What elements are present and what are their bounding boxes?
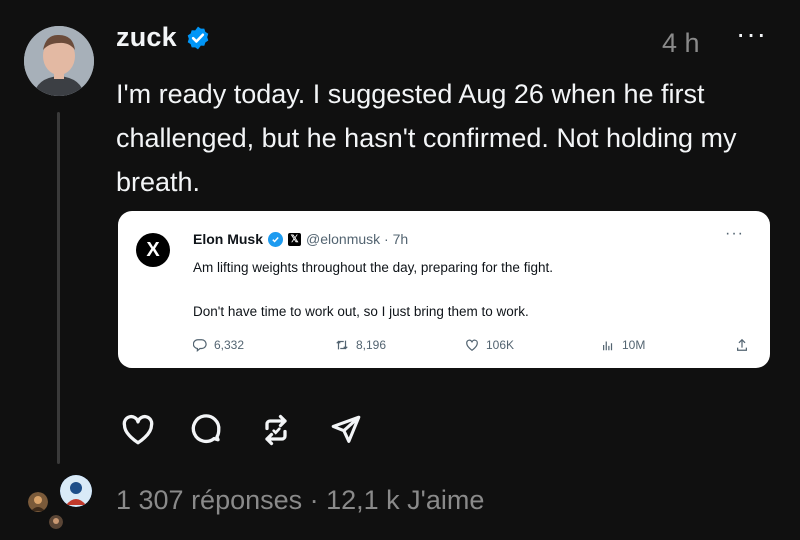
- quoted-retweet-button[interactable]: 8,196: [335, 338, 386, 352]
- post-stats[interactable]: 1 307 réponses · 12,1 k J'aime: [116, 485, 484, 516]
- quoted-reply-button[interactable]: 6,332: [193, 338, 244, 352]
- post-timestamp: 4 h: [662, 28, 700, 58]
- avatar-portrait: [24, 26, 94, 96]
- quoted-verified-icon: [268, 231, 284, 247]
- post-text: I'm ready today. I suggested Aug 26 when…: [116, 79, 737, 197]
- author-username-row[interactable]: zuck: [116, 22, 211, 53]
- quoted-views-button[interactable]: 10M: [601, 338, 645, 352]
- reply-avatar[interactable]: [49, 515, 63, 529]
- quoted-tweet-actions: 6,332 8,196 106K 10M: [193, 338, 753, 358]
- quoted-retweet-count: 8,196: [356, 338, 387, 352]
- quoted-tweet-line-1: Am lifting weights throughout the day, p…: [193, 260, 553, 275]
- heart-outline-icon: [466, 339, 478, 351]
- quoted-views-count: 10M: [622, 338, 646, 352]
- x-affiliation-icon: 𝕏: [288, 232, 302, 246]
- quoted-author-name[interactable]: Elon Musk: [193, 231, 263, 247]
- repost-button[interactable]: [256, 410, 296, 450]
- views-icon: [603, 341, 613, 351]
- quoted-tweet-card[interactable]: X Elon Musk 𝕏 @elonmusk · 7h ··· Am lift…: [118, 211, 770, 368]
- reply-avatar[interactable]: [28, 492, 48, 512]
- reply-avatar-image: [49, 515, 63, 529]
- more-options-button[interactable]: ···: [736, 18, 767, 50]
- reply-button[interactable]: [186, 410, 226, 450]
- share-icon: [737, 338, 747, 351]
- quoted-more-button[interactable]: ···: [725, 225, 744, 243]
- author-username[interactable]: zuck: [116, 22, 177, 53]
- send-icon: [331, 415, 361, 443]
- share-button[interactable]: [326, 410, 366, 450]
- quoted-reply-count: 6,332: [214, 338, 245, 352]
- reply-avatar-image: [60, 475, 92, 507]
- verified-badge-icon: [185, 25, 211, 51]
- reply-avatar[interactable]: [60, 475, 92, 507]
- reply-avatar-image: [28, 492, 48, 512]
- quoted-share-button[interactable]: [735, 338, 749, 352]
- thread-line: [57, 112, 60, 464]
- quoted-handle-time: @elonmusk · 7h: [306, 231, 409, 247]
- author-avatar[interactable]: [24, 26, 94, 96]
- like-button[interactable]: [118, 410, 158, 450]
- quoted-tweet-header: Elon Musk 𝕏 @elonmusk · 7h: [193, 231, 408, 247]
- quoted-author-avatar[interactable]: X: [136, 233, 170, 267]
- retweet-icon: [336, 340, 348, 350]
- comment-icon: [191, 414, 221, 444]
- reply-icon: [193, 339, 207, 352]
- quoted-like-count: 106K: [486, 338, 515, 352]
- quoted-tweet-line-2: Don't have time to work out, so I just b…: [193, 304, 529, 319]
- quoted-like-button[interactable]: 106K: [465, 338, 514, 352]
- repost-icon: [265, 414, 287, 446]
- heart-icon: [122, 414, 154, 445]
